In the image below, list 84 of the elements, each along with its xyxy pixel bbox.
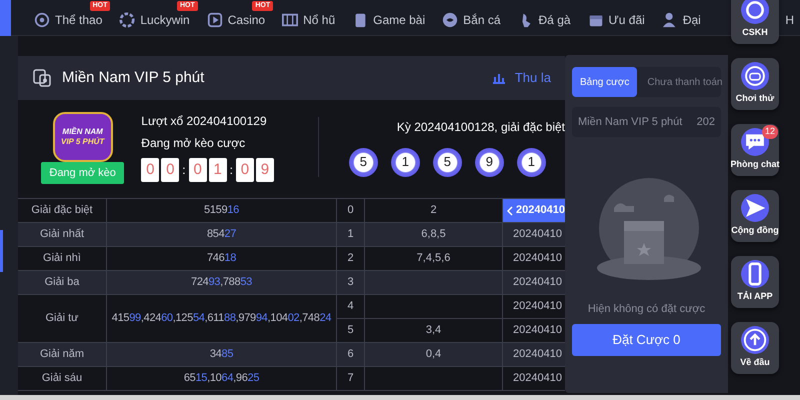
- nav-item[interactable]: Casino: [206, 10, 266, 28]
- empty-message: Hiện không có đặt cược: [586, 302, 706, 317]
- tail-digits-cell: 3,4: [365, 319, 503, 343]
- notification-badge: 12: [762, 125, 778, 139]
- prize-name-cell: Giải năm: [18, 343, 107, 367]
- round-number: Lượt xổ 202404100129: [141, 113, 268, 130]
- nav-item[interactable]: Thể thao: [34, 10, 102, 28]
- play-icon: [206, 12, 223, 28]
- last-draw-label: Kỳ 202404100128, giải đặc biệt: [396, 118, 565, 136]
- arrow-up-icon: [741, 326, 769, 354]
- dice-icon: [32, 68, 52, 88]
- prize-name-cell: Giải sáu: [18, 367, 107, 391]
- round-status: Đang mở kèo cược: [141, 135, 246, 152]
- soccer-ball-icon: [34, 12, 50, 28]
- countdown-digit: 1: [208, 158, 227, 182]
- nav-item[interactable]: Game bài: [352, 10, 426, 28]
- head-digit-cell: 5: [337, 319, 365, 343]
- prize-number-cell: 6515,1064,9625: [107, 367, 337, 391]
- countdown-separator: :: [181, 162, 187, 179]
- send-icon: [741, 194, 769, 222]
- bet-tab[interactable]: Bảng cược: [572, 67, 638, 97]
- side-button[interactable]: Chơi thử: [731, 58, 779, 110]
- active-marker: [0, 230, 3, 272]
- countdown-digit: 9: [256, 158, 274, 182]
- bet-period: 202: [696, 114, 715, 130]
- status-badge: Đang mở kèo: [41, 162, 124, 184]
- prize-name-cell: Giải nhì: [18, 247, 107, 271]
- poker-chip-icon: [119, 12, 136, 28]
- fish-icon: [442, 12, 458, 28]
- period-row[interactable]: 20240410: [503, 271, 565, 295]
- prize-number-cell: 515916: [107, 199, 337, 223]
- period-row[interactable]: 20240410: [503, 223, 565, 247]
- nav-item[interactable]: Đại: [662, 10, 701, 28]
- logo-text: MIỀN NAM: [62, 127, 103, 137]
- head-digit-cell: 2: [337, 247, 365, 271]
- side-button[interactable]: Cộng đồng: [731, 190, 779, 242]
- phone-icon: [741, 260, 769, 288]
- countdown-digit: 0: [236, 158, 254, 182]
- prize-number-cell: 74618: [107, 247, 337, 271]
- results-link[interactable]: Thu la: [514, 68, 551, 88]
- bet-tab[interactable]: Chưa thanh toán: [639, 67, 730, 97]
- side-button[interactable]: Phòng chat 12: [731, 124, 779, 176]
- head-digit-cell: 6: [337, 343, 365, 367]
- countdown-digit: 0: [161, 158, 180, 182]
- nav-item[interactable]: Ưu đãi: [588, 10, 645, 28]
- logo-text: VIP 5 PHÚT: [61, 137, 104, 147]
- prize-name-cell: Giải tư: [18, 295, 107, 343]
- tail-digits-cell: 7,4,5,6: [365, 247, 503, 271]
- prize-number-cell: 3485: [107, 343, 337, 367]
- countdown-digit: 0: [188, 158, 207, 182]
- tail-digits-cell: 2: [365, 199, 503, 223]
- period-row[interactable]: 20240410: [503, 343, 565, 367]
- nav-item[interactable]: Nổ hũ: [282, 10, 336, 28]
- slot-machine-icon: [282, 12, 298, 28]
- prize-name-cell: Giải đặc biệt: [18, 199, 107, 223]
- side-button[interactable]: TẢI APP: [731, 256, 779, 308]
- bet-game-name: Miền Nam VIP 5 phút: [578, 114, 682, 130]
- person-icon: [662, 12, 678, 28]
- menu-tab[interactable]: [0, 0, 11, 36]
- nav-item[interactable]: Bắn cá: [442, 10, 501, 28]
- tail-digits-cell: 6,8,5: [365, 223, 503, 247]
- nav-item[interactable]: H: [785, 10, 794, 28]
- place-bet-button[interactable]: Đặt Cược 0: [572, 324, 721, 356]
- side-button[interactable]: Về đầu: [731, 322, 779, 374]
- prize-number-cell: 41599,42460,12554,61188,97994,10402,74824: [107, 295, 337, 343]
- countdown-separator: :: [228, 162, 234, 179]
- head-digit-cell: 3: [337, 271, 365, 295]
- chart-icon: [492, 72, 505, 84]
- game-title: Miền Nam VIP 5 phút: [62, 68, 204, 88]
- chevron-left-icon: [507, 206, 513, 216]
- side-button[interactable]: CSKH: [731, 0, 779, 44]
- head-digit-cell: 1: [337, 223, 365, 247]
- prize-name-cell: Giải nhất: [18, 223, 107, 247]
- head-digit-cell: 0: [337, 199, 365, 223]
- countdown-digit: 0: [141, 158, 160, 182]
- prize-number-cell: 85427: [107, 223, 337, 247]
- nav-item[interactable]: Đá gà: [518, 10, 571, 28]
- nav-item[interactable]: Luckywin: [119, 10, 190, 28]
- period-row[interactable]: 20240410: [503, 199, 565, 223]
- prize-number-cell: 72493,78853: [107, 271, 337, 295]
- tail-digits-cell: 0,4: [365, 343, 503, 367]
- head-digit-cell: 4: [337, 295, 365, 319]
- head-digit-cell: 7: [337, 367, 365, 391]
- prize-name-cell: Giải ba: [18, 271, 107, 295]
